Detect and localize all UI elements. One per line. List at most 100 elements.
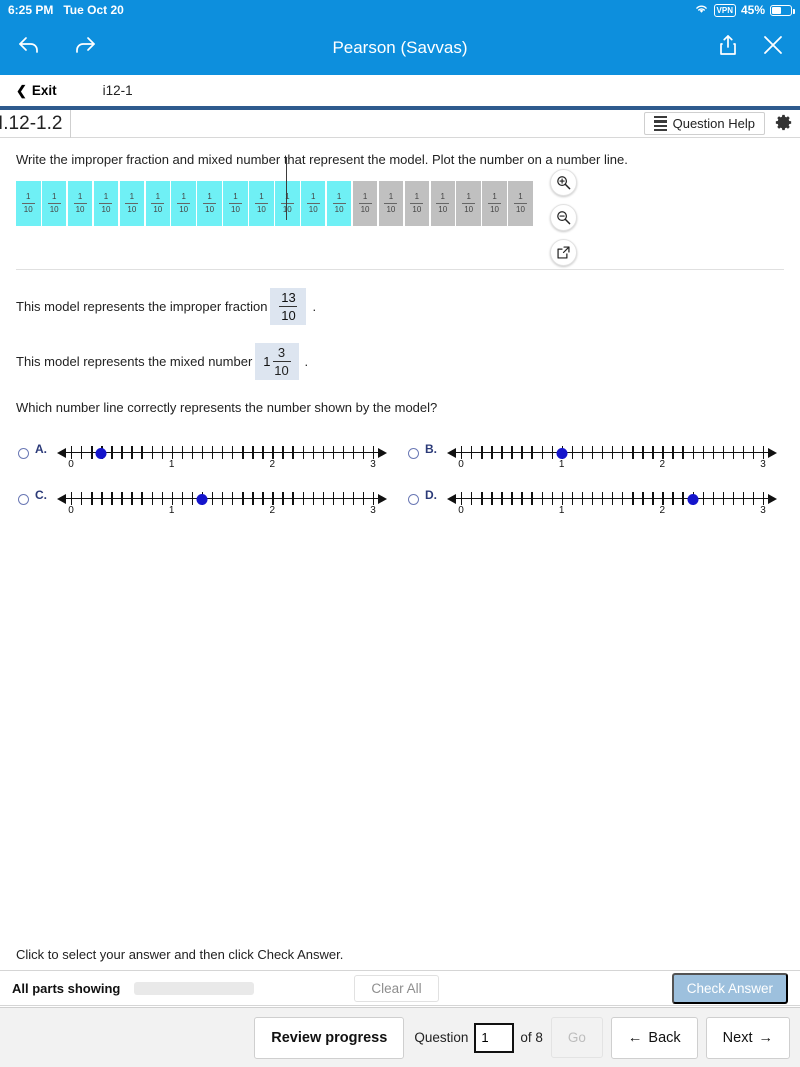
open-external-icon[interactable] [550, 239, 577, 266]
radio-button[interactable] [18, 448, 29, 459]
axis-tick [242, 446, 244, 459]
axis-tick-label: 3 [760, 459, 766, 470]
axis-tick-label: 1 [168, 459, 175, 470]
radio-button[interactable] [408, 494, 419, 505]
axis-tick [232, 446, 234, 459]
axis-tick [541, 492, 543, 505]
improper-prefix: This model represents the improper fract… [16, 299, 268, 314]
fraction-tile[interactable]: 1 10 [119, 181, 145, 226]
axis-tick [491, 446, 493, 459]
choice-letter: A. [35, 442, 47, 456]
tile-numerator: 1 [388, 192, 394, 201]
fraction-tile[interactable]: 1 10 [482, 181, 507, 226]
go-button[interactable]: Go [550, 1017, 603, 1058]
axis-tick [262, 492, 264, 505]
axis-tick [312, 446, 314, 459]
tile-bar [73, 203, 87, 204]
fraction-tile[interactable]: 1 10 [249, 181, 274, 226]
tile-bar [462, 203, 476, 204]
fraction-tile[interactable]: 1 10 [67, 181, 93, 226]
fraction-tile[interactable]: 1 10 [275, 181, 300, 226]
number-line[interactable]: 0 1 2 3 [447, 439, 777, 471]
mixed-numerator: 3 [277, 345, 286, 360]
status-date: Tue Oct 20 [63, 3, 124, 17]
axis-arrow-right [768, 493, 777, 504]
tile-numerator: 1 [311, 192, 316, 201]
axis-tick-label: 1 [168, 505, 175, 516]
fraction-tile[interactable]: 1 10 [352, 181, 378, 226]
axis-tick [222, 446, 224, 459]
question-help-label: Question Help [672, 116, 755, 131]
answer-choice-c[interactable]: C. 0 1 2 3 [10, 485, 400, 517]
tile-bar [21, 203, 35, 204]
axis-tick [71, 492, 73, 505]
fraction-tile[interactable]: 1 10 [430, 181, 456, 226]
axis-tick-label: 2 [659, 459, 666, 470]
fraction-tile[interactable]: 1 10 [171, 181, 196, 226]
radio-button[interactable] [408, 448, 419, 459]
axis-tick [131, 492, 133, 505]
axis-tick [322, 446, 325, 459]
axis-tick [511, 446, 513, 459]
number-line[interactable]: 0 1 2 3 [57, 485, 387, 517]
radio-button[interactable] [18, 494, 29, 505]
back-arrow-icon[interactable] [16, 34, 42, 61]
next-button[interactable]: Next → [705, 1016, 790, 1059]
fraction-tile[interactable]: 1 10 [41, 181, 67, 226]
axis-tick [531, 446, 533, 459]
number-line[interactable]: 0 1 2 3 [57, 439, 387, 471]
back-button[interactable]: ← Back [610, 1016, 698, 1059]
share-icon[interactable] [718, 34, 738, 61]
tile-numerator: 1 [207, 192, 212, 201]
axis-tick [672, 492, 674, 505]
axis-tick [622, 446, 624, 459]
fraction-tile[interactable]: 1 10 [300, 181, 326, 226]
mixed-number-answer[interactable]: 1 3 10 [255, 343, 299, 380]
exit-button[interactable]: ❮ Exit [16, 83, 57, 99]
question-header: I.12-1.2 Question Help [0, 109, 800, 138]
check-answer-button[interactable]: Check Answer [671, 972, 788, 1004]
zoom-in-icon[interactable] [550, 169, 577, 196]
axis-tick [292, 492, 294, 505]
improper-fraction-answer[interactable]: 13 10 [270, 288, 307, 325]
tile-numerator: 1 [518, 192, 523, 201]
fraction-tile[interactable]: 1 10 [378, 181, 404, 226]
question-number-input[interactable] [474, 1022, 515, 1053]
answer-choice-d[interactable]: D. 0 1 2 3 [400, 485, 790, 517]
zoom-out-icon[interactable] [550, 204, 577, 231]
fraction-tile[interactable]: 1 10 [223, 181, 248, 226]
tile-bar [384, 203, 398, 204]
axis-tick [642, 446, 644, 459]
fraction-tile[interactable]: 1 10 [93, 181, 119, 226]
axis-tick [81, 492, 83, 505]
axis-tick [712, 446, 715, 459]
tile-bar [410, 203, 424, 204]
gear-icon[interactable] [775, 114, 792, 134]
tile-bar [358, 203, 372, 204]
whole-divider [285, 158, 288, 220]
answer-choice-a[interactable]: A. 0 1 2 3 [10, 439, 400, 471]
tile-bar [436, 203, 450, 204]
axis-tick [702, 492, 704, 505]
fraction-tile[interactable]: 1 10 [145, 181, 171, 226]
axis-tick [91, 446, 93, 459]
fraction-tile[interactable]: 1 10 [404, 181, 430, 226]
answer-choice-b[interactable]: B. 0 1 2 3 [400, 439, 790, 471]
plotted-point [687, 493, 699, 505]
fraction-tile[interactable]: 1 10 [197, 181, 222, 226]
number-line[interactable]: 0 1 2 3 [447, 485, 777, 517]
tile-denominator: 10 [153, 205, 163, 214]
forward-arrow-icon[interactable] [72, 34, 98, 61]
exit-label: Exit [31, 83, 57, 98]
mixed-denominator: 10 [274, 363, 289, 378]
axis-tick-label: 1 [558, 459, 565, 470]
review-progress-button[interactable]: Review progress [254, 1016, 405, 1059]
fraction-tile[interactable]: 1 10 [456, 181, 481, 226]
fraction-tile[interactable]: 1 10 [16, 181, 41, 226]
clear-all-button[interactable]: Clear All [354, 974, 439, 1002]
question-help-button[interactable]: Question Help [643, 111, 765, 136]
fraction-tile[interactable]: 1 10 [508, 181, 533, 226]
period: . [304, 354, 309, 369]
close-icon[interactable] [762, 34, 784, 61]
fraction-tile[interactable]: 1 10 [326, 181, 352, 226]
